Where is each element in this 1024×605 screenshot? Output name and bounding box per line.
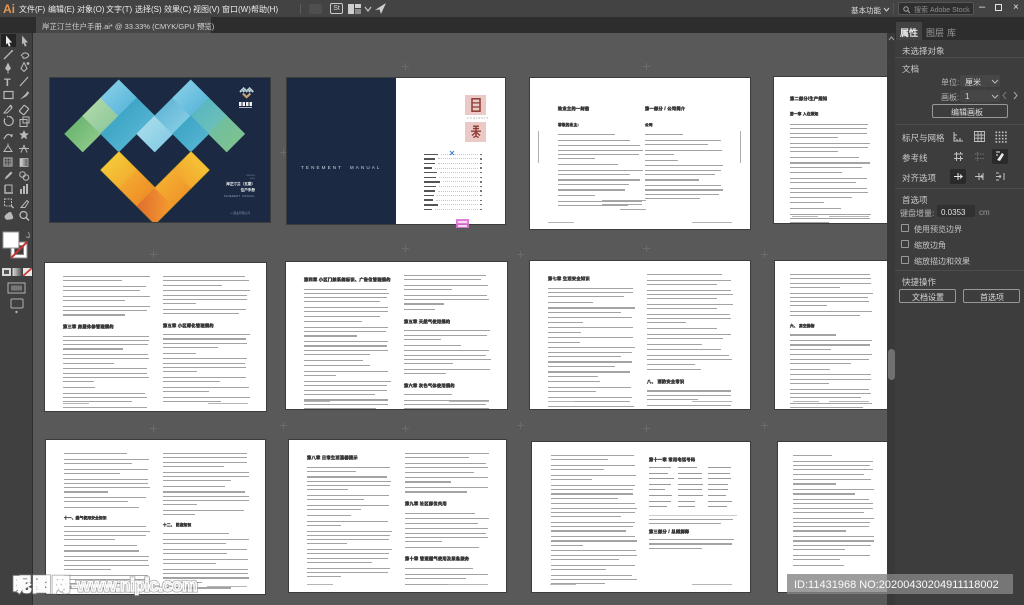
svg-text:T: T bbox=[4, 77, 11, 89]
